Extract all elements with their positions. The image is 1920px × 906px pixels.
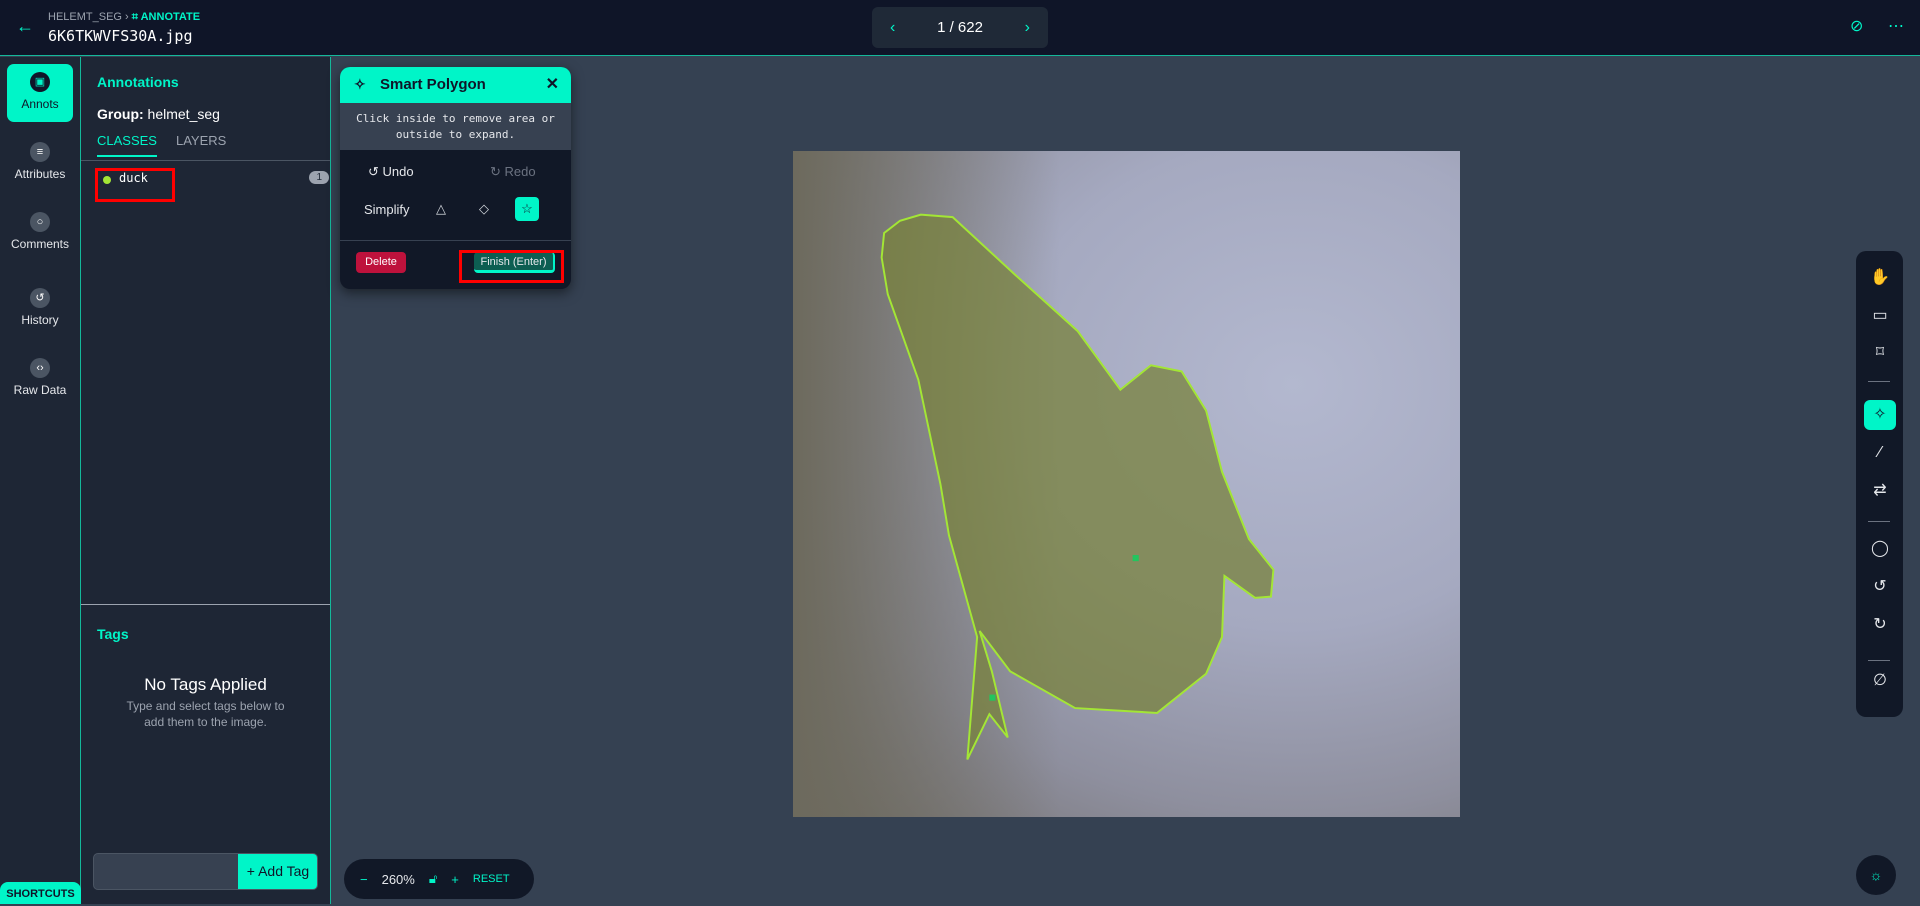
rail-label: Annots bbox=[21, 97, 59, 111]
repeat-icon[interactable]: ⇄ bbox=[1864, 476, 1896, 506]
tool-palette: ✋ ▭ ⌑ ✧ ⁄ ⇄ ◯ ↺ ↻ ∅ bbox=[1856, 251, 1903, 717]
redo-label: Redo bbox=[504, 164, 536, 179]
divider bbox=[1868, 521, 1890, 522]
rail-label: Raw Data bbox=[13, 383, 67, 397]
rail-annots[interactable]: ▣ Annots bbox=[7, 64, 73, 122]
simplify-star-icon[interactable]: ☆ bbox=[515, 197, 539, 221]
shortcuts-button[interactable]: SHORTCUTS bbox=[0, 882, 81, 904]
top-bar: ← HELEMT_SEG › ⌗ ANNOTATE 6K6TKWVFS30A.j… bbox=[0, 0, 1920, 56]
panel-tabs: CLASSES LAYERS bbox=[81, 133, 330, 161]
undo-label: Undo bbox=[382, 164, 414, 179]
hide-annotations-icon[interactable]: ⊘ bbox=[1850, 16, 1863, 36]
highlight-box bbox=[459, 250, 564, 283]
tab-layers[interactable]: LAYERS bbox=[176, 133, 226, 155]
divider bbox=[1868, 381, 1890, 382]
undo-icon[interactable]: ↺ bbox=[1864, 572, 1896, 602]
highlight-box bbox=[95, 168, 175, 202]
add-tag-button[interactable]: + Add Tag bbox=[238, 854, 317, 889]
magic-wand-icon: ✧ bbox=[354, 76, 366, 92]
add-tag-label: Add Tag bbox=[258, 863, 310, 879]
page-indicator: 1 / 622 bbox=[937, 19, 983, 36]
simplify-diamond-icon[interactable]: ◇ bbox=[472, 197, 496, 221]
rail-comments[interactable]: ○ Comments bbox=[7, 204, 73, 262]
class-count-badge: 1 bbox=[309, 171, 329, 184]
rail-attributes[interactable]: ≡ Attributes bbox=[7, 134, 73, 192]
group-label: Group: bbox=[97, 106, 144, 122]
breadcrumb: HELEMT_SEG › ⌗ ANNOTATE bbox=[48, 11, 201, 23]
annotation-icon: ▣ bbox=[30, 72, 50, 92]
group-info: Group: helmet_seg bbox=[97, 106, 220, 122]
annotate-icon: ⌗ bbox=[131, 11, 138, 23]
vertex-handle[interactable] bbox=[989, 694, 996, 701]
left-rail: ▣ Annots ≡ Attributes ○ Comments ↺ History ‹… bbox=[0, 57, 81, 904]
polygon-icon[interactable]: ⌑ bbox=[1864, 338, 1896, 368]
delete-button[interactable]: Delete bbox=[356, 252, 406, 273]
tags-title: Tags bbox=[97, 626, 129, 642]
history-icon: ↺ bbox=[30, 288, 50, 308]
popup-header: ✧ Smart Polygon ✕ bbox=[340, 67, 571, 103]
next-image-button[interactable]: › bbox=[1025, 19, 1030, 37]
list-icon: ≡ bbox=[30, 142, 50, 162]
breadcrumb-mode: ANNOTATE bbox=[140, 11, 201, 23]
divider bbox=[1868, 660, 1890, 661]
simplify-label: Simplify bbox=[364, 202, 410, 217]
divider bbox=[81, 604, 330, 605]
annotation-image[interactable] bbox=[793, 151, 1460, 817]
comment-icon[interactable]: ◯ bbox=[1864, 534, 1896, 564]
zoom-in-button[interactable]: + bbox=[451, 872, 459, 887]
undo-button[interactable]: ↺ Undo bbox=[368, 164, 414, 180]
no-tags-title: No Tags Applied bbox=[144, 675, 267, 694]
no-tags-hint: Type and select tags below to add them t… bbox=[126, 699, 285, 729]
comment-icon: ○ bbox=[30, 212, 50, 232]
image-pager: ‹ 1 / 622 › bbox=[872, 7, 1048, 48]
back-arrow-icon[interactable]: ← bbox=[16, 16, 34, 37]
pan-hand-icon[interactable]: ✋ bbox=[1864, 263, 1896, 293]
breadcrumb-project[interactable]: HELEMT_SEG bbox=[48, 11, 122, 23]
duck-polygon[interactable] bbox=[880, 213, 1275, 760]
zoom-out-button[interactable]: − bbox=[360, 872, 368, 887]
lock-icon[interactable]: 🔓︎ bbox=[429, 871, 437, 887]
bounding-box-icon[interactable]: ▭ bbox=[1864, 301, 1896, 331]
close-icon[interactable]: ✕ bbox=[546, 74, 559, 94]
polygon-layer bbox=[880, 213, 1275, 760]
divider bbox=[340, 240, 571, 241]
more-options-icon[interactable]: ⋯ bbox=[1888, 16, 1904, 36]
add-tag-group: + Add Tag bbox=[93, 853, 318, 890]
reset-zoom-button[interactable]: RESET bbox=[473, 873, 510, 885]
zoom-level: 260% bbox=[381, 871, 415, 887]
rail-label: History bbox=[21, 313, 59, 327]
smart-polygon-icon[interactable]: ✧ bbox=[1864, 400, 1896, 430]
rail-raw-data[interactable]: ‹› Raw Data bbox=[7, 350, 73, 408]
popup-hint: Click inside to remove area or outside t… bbox=[340, 103, 571, 150]
simplify-triangle-icon[interactable]: △ bbox=[429, 197, 453, 221]
tab-classes[interactable]: CLASSES bbox=[97, 133, 157, 157]
magic-wand-icon[interactable]: ⁄ bbox=[1864, 438, 1896, 468]
group-name: helmet_seg bbox=[147, 106, 220, 122]
null-annotation-icon[interactable]: ∅ bbox=[1864, 666, 1896, 696]
prev-image-button[interactable]: ‹ bbox=[890, 19, 895, 37]
rail-label: Attributes bbox=[14, 167, 66, 181]
simplify-row: Simplify △ ◇ ☆ bbox=[340, 197, 571, 223]
tag-input[interactable] bbox=[94, 854, 238, 889]
zoom-control: − 260% 🔓︎ + RESET bbox=[344, 859, 534, 899]
redo-icon[interactable]: ↻ bbox=[1864, 610, 1896, 640]
popup-title: Smart Polygon bbox=[380, 76, 486, 93]
code-icon: ‹› bbox=[30, 358, 50, 378]
brightness-icon[interactable]: ☼ bbox=[1856, 855, 1896, 895]
file-name: 6K6TKWVFS30A.jpg bbox=[48, 27, 193, 45]
vertex-handle[interactable] bbox=[1132, 555, 1139, 562]
annotations-panel: Annotations Group: helmet_seg CLASSES LA… bbox=[81, 57, 331, 904]
panel-title: Annotations bbox=[97, 74, 179, 90]
redo-button[interactable]: ↻ Redo bbox=[490, 164, 536, 180]
rail-history[interactable]: ↺ History bbox=[7, 280, 73, 338]
rail-label: Comments bbox=[10, 237, 69, 251]
